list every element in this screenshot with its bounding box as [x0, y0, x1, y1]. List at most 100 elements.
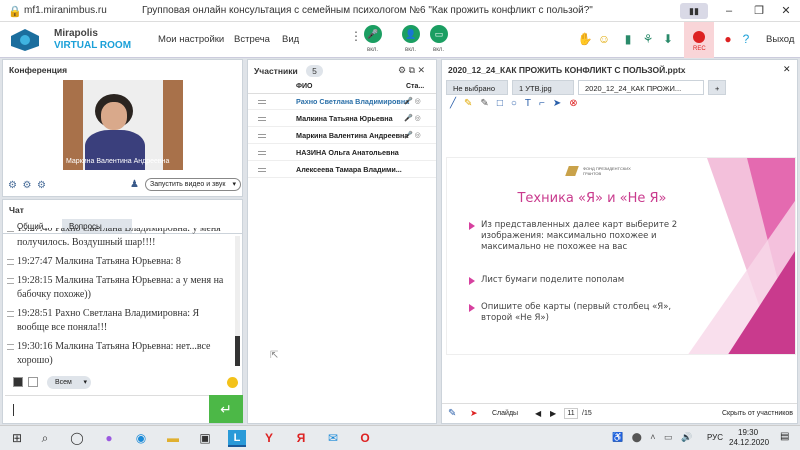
- text-color-icon[interactable]: [13, 377, 23, 387]
- lock-icon: 🔒: [8, 6, 22, 18]
- conference-tool-icons[interactable]: ⚙ ⚙ ⚙: [8, 180, 46, 191]
- menu-settings[interactable]: Мои настройки: [158, 34, 224, 45]
- chat-input[interactable]: [5, 395, 209, 423]
- mic-button[interactable]: 🎤: [364, 25, 382, 43]
- drag-handle-icon[interactable]: [258, 117, 266, 121]
- logo-text: Mirapolis: [54, 28, 98, 39]
- store-icon[interactable]: ▣: [196, 430, 214, 447]
- menu-view[interactable]: Вид: [282, 34, 299, 45]
- network-icon[interactable]: ⚘: [640, 31, 656, 47]
- alice-icon[interactable]: ●: [100, 430, 118, 447]
- pen-icon[interactable]: ✎: [480, 98, 496, 109]
- pointer-icon[interactable]: ➤: [553, 98, 569, 109]
- tray-icons[interactable]: ♿ ⬤ ˄ ▭ 🔊: [612, 432, 695, 443]
- text-tool-icon[interactable]: T: [525, 98, 539, 109]
- next-slide-icon[interactable]: ▶: [550, 409, 556, 418]
- mail-icon[interactable]: ✉: [324, 430, 342, 447]
- slide-bullet-3: Опишите обе карты (первый столбец «Я», в…: [469, 302, 703, 324]
- pen-icon[interactable]: ✎: [448, 408, 456, 419]
- app-l-icon[interactable]: L: [228, 430, 246, 447]
- search-icon[interactable]: ⌕: [36, 430, 54, 447]
- participant-row[interactable]: Малкина Татьяна Юрьевна 🎤 ◎: [248, 111, 436, 127]
- folder-icon[interactable]: ▬: [164, 430, 182, 447]
- circle-icon[interactable]: ○: [511, 98, 525, 109]
- participant-row[interactable]: Маркина Валентина Андреевна 🎤 ◎: [248, 128, 436, 144]
- hide-from-participants[interactable]: Скрыть от участников: [722, 410, 793, 417]
- screen-share-button[interactable]: ▭: [430, 25, 448, 43]
- participant-row[interactable]: Алексеева Тамара Владими...: [248, 162, 436, 178]
- chat-message: 19:30:16 Малкина Татьяна Юрьевна: нет...…: [7, 340, 231, 368]
- camera-button[interactable]: 👤: [402, 25, 420, 43]
- drag-handle-icon[interactable]: [258, 151, 266, 155]
- presentation-tab[interactable]: 1 УТВ.jpg: [512, 80, 574, 95]
- chat-scrollbar[interactable]: [235, 236, 240, 366]
- col-name[interactable]: ФИО: [296, 83, 312, 90]
- presentation-tab[interactable]: Не выбрано: [446, 80, 508, 95]
- notifications-icon[interactable]: ▤: [780, 431, 789, 442]
- help-icon[interactable]: ?: [738, 31, 754, 47]
- edge-icon[interactable]: ◉: [132, 430, 150, 447]
- language-flag-icon[interactable]: ●: [720, 31, 736, 47]
- clear-icon[interactable]: ⊗: [569, 98, 585, 109]
- emoji-icon[interactable]: [227, 377, 238, 388]
- message-time: 19:28:15: [17, 275, 53, 286]
- participants-tool-icons[interactable]: ⚙ ⧉ ✕: [398, 65, 425, 76]
- recipient-dropdown[interactable]: Всем ▾: [47, 376, 91, 389]
- rec-area[interactable]: REC: [684, 22, 714, 58]
- slide-bullet-1: Из представленных далее карт выберите 2 …: [469, 220, 703, 253]
- brush-icon[interactable]: ⌐: [539, 98, 553, 109]
- chat-message: 19:27:47 Малкина Татьяна Юрьевна: 8: [7, 255, 231, 269]
- mouse-cursor-icon: ⇱: [270, 350, 279, 361]
- maximize-icon[interactable]: ❐: [745, 3, 773, 19]
- presentation-tab[interactable]: 2020_12_24_КАК ПРОЖИ...: [578, 80, 704, 95]
- download-icon[interactable]: ⬇: [660, 31, 676, 47]
- yandex-browser-icon[interactable]: Y: [260, 430, 278, 447]
- close-icon[interactable]: ✕: [783, 64, 791, 75]
- record-icon[interactable]: [693, 31, 705, 43]
- raise-hand-icon[interactable]: ✋: [577, 31, 593, 47]
- drawing-toolbar[interactable]: ╱✎✎□○T⌐➤⊗: [450, 98, 790, 112]
- participant-name: Маркина Валентина Андреевна: [296, 131, 409, 140]
- rectangle-icon[interactable]: □: [497, 98, 511, 109]
- menu-meeting[interactable]: Встреча: [234, 34, 270, 45]
- minimize-icon[interactable]: –: [715, 3, 743, 19]
- message-time: 19:30:16: [17, 341, 53, 352]
- video-tile[interactable]: Маркина Валентина Андреевна: [63, 80, 183, 170]
- send-button[interactable]: ↵: [209, 395, 243, 423]
- clock-time[interactable]: 19:30: [738, 428, 758, 437]
- stats-icon[interactable]: ▮: [620, 31, 636, 47]
- opera-icon[interactable]: O: [356, 430, 374, 447]
- pointer-icon[interactable]: ➤: [470, 408, 478, 419]
- participant-row[interactable]: Рахно Светлана Владимировна 🎤 ◎: [248, 94, 436, 110]
- drag-handle-icon[interactable]: [258, 168, 266, 172]
- tab-strip-icon[interactable]: ▮▮: [680, 3, 708, 19]
- slide-canvas[interactable]: ФОНД ПРЕЗИДЕНТСКИХ ГРАНТОВ Техника «Я» и…: [446, 157, 796, 355]
- prev-slide-icon[interactable]: ◀: [535, 409, 541, 418]
- participant-name: Малкина Татьяна Юрьевна: [296, 114, 393, 123]
- marker-icon[interactable]: ✎: [464, 98, 480, 109]
- line-tool-icon[interactable]: ╱: [450, 98, 464, 109]
- clock-date[interactable]: 24.12.2020: [729, 438, 769, 447]
- presentation-filename: 2020_12_24_КАК ПРОЖИТЬ КОНФЛИКТ С ПОЛЬЗО…: [448, 65, 686, 75]
- start-av-dropdown[interactable]: Запустить видео и звук ▾: [145, 178, 241, 191]
- slide-number-input[interactable]: 11: [564, 408, 578, 419]
- task-view-icon[interactable]: ◯: [68, 430, 86, 447]
- url-text[interactable]: mf1.miranimbus.ru: [24, 5, 107, 16]
- person-icon: ♟: [130, 179, 139, 190]
- drag-handle-icon[interactable]: [258, 134, 266, 138]
- participant-row[interactable]: НАЗИНА Ольга Анатольевна: [248, 145, 436, 161]
- emoji-icon[interactable]: ☺: [596, 31, 612, 47]
- logo-subtext: VIRTUAL ROOM: [54, 40, 132, 51]
- bg-color-icon[interactable]: [28, 377, 38, 387]
- close-icon[interactable]: ✕: [772, 3, 800, 19]
- drag-handle-icon[interactable]: [258, 100, 266, 104]
- mic-slider-icon[interactable]: ⋮: [348, 28, 364, 44]
- add-tab-button[interactable]: +: [708, 80, 726, 95]
- mic-label: вкл.: [367, 47, 379, 53]
- yandex-icon[interactable]: Я: [292, 430, 310, 447]
- mirapolis-logo-icon: [10, 28, 40, 52]
- col-status[interactable]: Ста...: [406, 83, 424, 90]
- language-indicator[interactable]: РУС: [707, 433, 723, 442]
- windows-start-icon[interactable]: ⊞: [8, 430, 26, 447]
- exit-button[interactable]: Выход: [766, 34, 794, 45]
